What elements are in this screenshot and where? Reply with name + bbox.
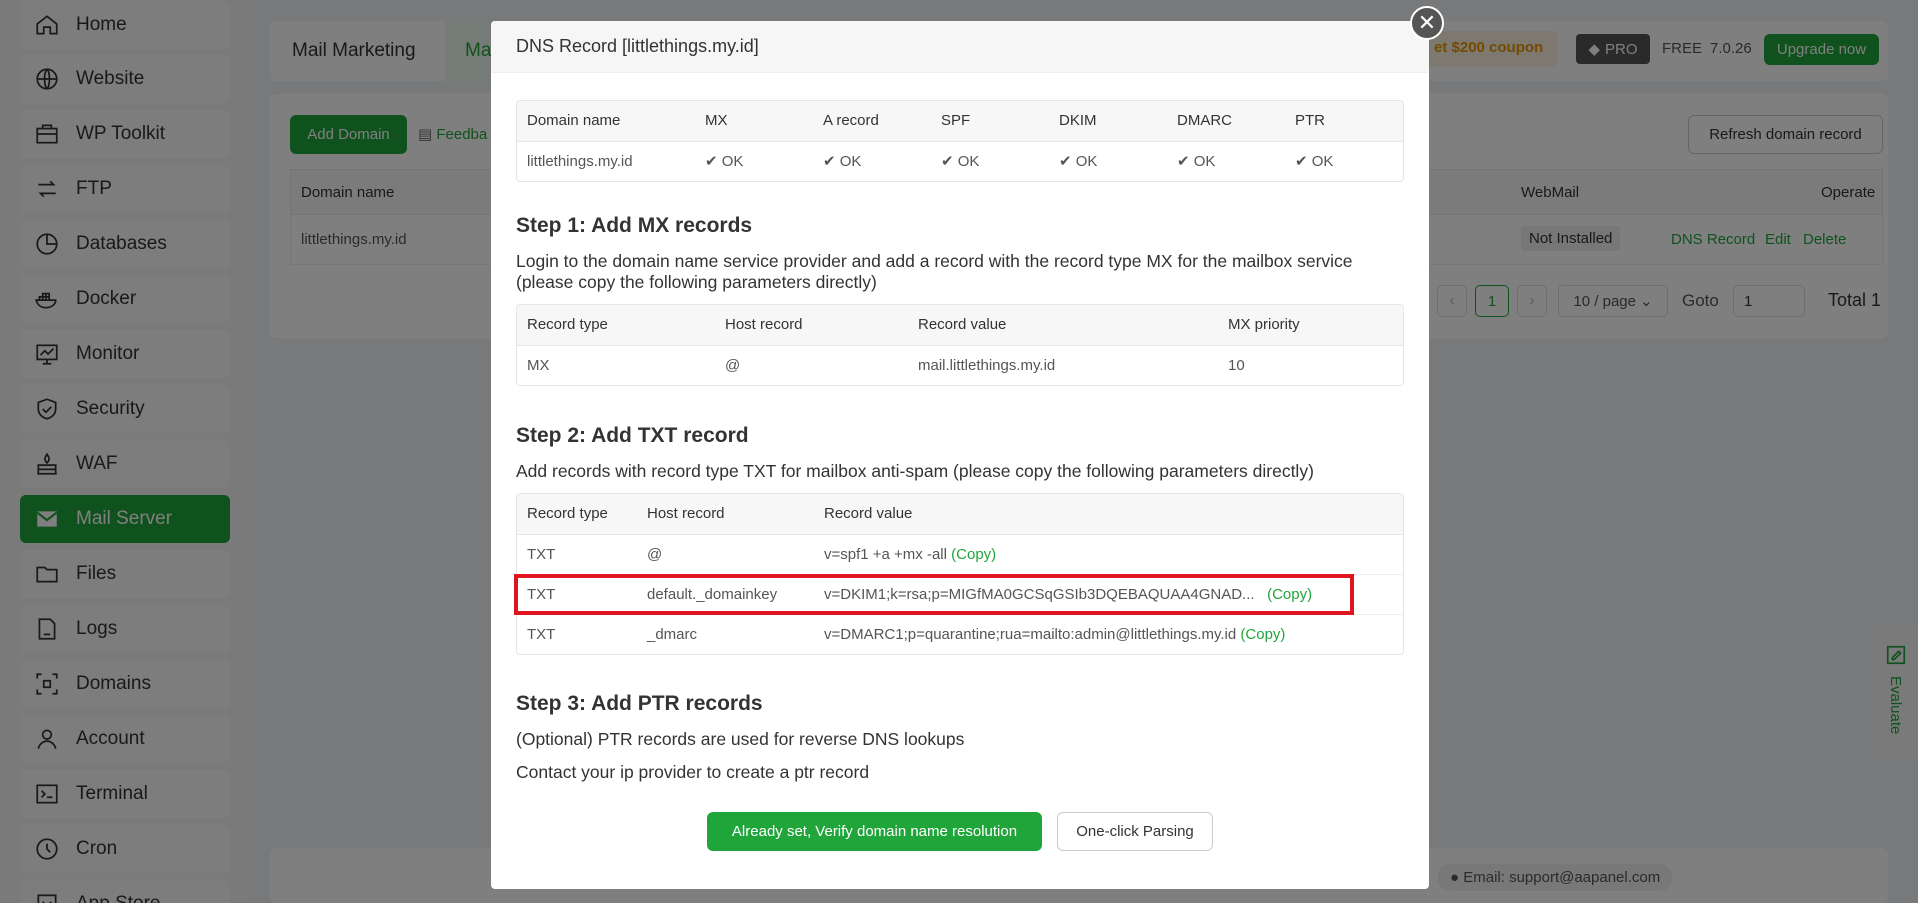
step2-title: Step 2: Add TXT record [516, 424, 749, 447]
step1-text: Login to the domain name service provide… [516, 251, 1353, 292]
check-icon: ✔ [1295, 153, 1312, 171]
status-table-header: Domain name MX A record SPF DKIM DMARC P… [517, 101, 1403, 142]
close-modal-button[interactable]: ✕ [1410, 6, 1444, 40]
col-mx: MX [695, 101, 813, 142]
txt-value: v=spf1 +a +mx -all (Copy) [814, 534, 1403, 575]
txt-table-header: Record type Host record Record value [517, 494, 1403, 535]
col-record-value: Record value [908, 305, 1218, 346]
a-record-status: ✔ OK [813, 141, 931, 181]
dmarc-value: v=DMARC1;p=quarantine;rua=mailto:admin@l… [824, 625, 1237, 643]
status-text: OK [721, 153, 744, 171]
col-record-value: Record value [814, 494, 1403, 535]
mx-type: MX [527, 356, 550, 374]
status-text: OK [1311, 153, 1334, 171]
txt-value: v=DMARC1;p=quarantine;rua=mailto:admin@l… [814, 614, 1403, 654]
copy-dmarc-button[interactable]: (Copy) [1240, 626, 1285, 643]
mx-value: mail.littlethings.my.id [918, 356, 1056, 374]
col-mx-priority: MX priority [1218, 305, 1403, 346]
txt-type: TXT [517, 534, 637, 575]
mx-host: @ [725, 356, 741, 374]
status-text: OK [839, 153, 862, 171]
spf-status: ✔ OK [931, 141, 1049, 181]
table-row: TXT @ v=spf1 +a +mx -all (Copy) [517, 534, 1403, 575]
step2-text: Add records with record type TXT for mai… [516, 461, 1314, 481]
check-icon: ✔ [705, 153, 722, 171]
modal-header: DNS Record [littlethings.my.id] [491, 21, 1429, 73]
mx-table-header: Record type Host record Record value MX … [517, 305, 1403, 346]
step3-text-optional: (Optional) PTR records are used for reve… [516, 729, 965, 749]
col-domain-name: Domain name [517, 101, 695, 142]
status-text: OK [1075, 153, 1098, 171]
ptr-status: ✔ OK [1285, 141, 1403, 181]
table-row: littlethings.my.id ✔ OK ✔ OK ✔ OK ✔ OK ✔… [517, 141, 1403, 181]
col-spf: SPF [931, 101, 1049, 142]
step3-title: Step 3: Add PTR records [516, 692, 763, 715]
copy-spf-button[interactable]: (Copy) [951, 546, 996, 563]
col-ptr: PTR [1285, 101, 1403, 142]
check-icon: ✔ [1059, 153, 1076, 171]
dns-record-modal: DNS Record [littlethings.my.id] Domain n… [491, 21, 1429, 889]
col-dkim: DKIM [1049, 101, 1167, 142]
status-domain: littlethings.my.id [527, 152, 633, 170]
dmarc-status: ✔ OK [1167, 141, 1285, 181]
dkim-status: ✔ OK [1049, 141, 1167, 181]
txt-type: TXT [527, 625, 556, 643]
check-icon: ✔ [941, 153, 958, 171]
dns-status-table: Domain name MX A record SPF DKIM DMARC P… [516, 100, 1404, 182]
status-text: OK [957, 153, 980, 171]
txt-host: _dmarc [647, 625, 698, 643]
spf-value: v=spf1 +a +mx -all [824, 545, 947, 563]
table-row: MX @ mail.littlethings.my.id 10 [517, 345, 1403, 385]
col-record-type: Record type [517, 494, 637, 535]
col-host-record: Host record [637, 494, 814, 535]
mx-record-table: Record type Host record Record value MX … [516, 304, 1404, 386]
step3-text-contact: Contact your ip provider to create a ptr… [516, 762, 870, 782]
mx-status: ✔ OK [695, 141, 813, 181]
verify-resolution-button[interactable]: Already set, Verify domain name resoluti… [707, 812, 1042, 851]
col-dmarc: DMARC [1167, 101, 1285, 142]
txt-host: @ [637, 534, 814, 575]
close-icon: ✕ [1417, 10, 1437, 35]
status-text: OK [1193, 153, 1216, 171]
col-host-record: Host record [715, 305, 908, 346]
table-row: TXT _dmarc v=DMARC1;p=quarantine;rua=mai… [517, 614, 1403, 654]
modal-title: DNS Record [littlethings.my.id] [516, 36, 759, 56]
mx-priority: 10 [1228, 356, 1245, 374]
check-icon: ✔ [1177, 153, 1194, 171]
col-a-record: A record [813, 101, 931, 142]
step1-title: Step 1: Add MX records [516, 214, 753, 237]
dkim-row-highlight [514, 574, 1354, 615]
check-icon: ✔ [823, 153, 840, 171]
one-click-parsing-button[interactable]: One-click Parsing [1057, 812, 1213, 851]
col-record-type: Record type [517, 305, 715, 346]
